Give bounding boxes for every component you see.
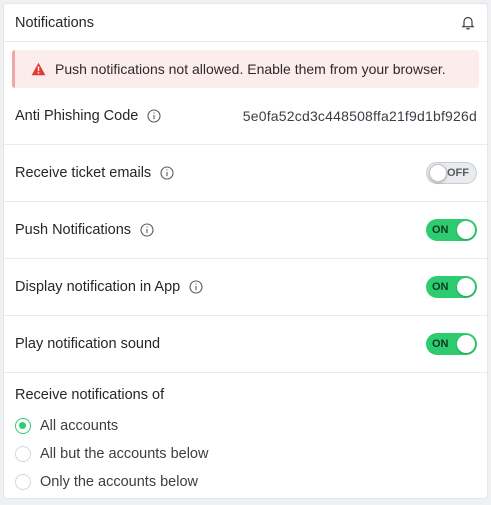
radio-option-only-below[interactable]: Only the accounts below — [15, 468, 208, 496]
panel-title: Notifications — [15, 14, 94, 31]
setting-row-display-in-app: Display notification in App ON — [4, 259, 487, 316]
toggle-knob — [457, 278, 475, 296]
setting-row-play-sound: Play notification sound ON — [4, 316, 487, 373]
info-icon[interactable] — [140, 223, 154, 237]
setting-label: Play notification sound — [15, 336, 161, 352]
push-notifications-toggle[interactable]: ON — [426, 219, 477, 241]
radio-button[interactable] — [15, 474, 31, 490]
toggle-knob — [457, 335, 475, 353]
notifications-panel: Notifications Push notifications not all… — [3, 3, 488, 499]
toggle-state: OFF — [447, 167, 469, 179]
receive-notifications-group: Receive notifications of All accounts Al… — [15, 387, 208, 496]
radio-label: All accounts — [40, 418, 119, 434]
setting-row-ticket-emails: Receive ticket emails OFF — [4, 145, 487, 202]
radio-option-all-accounts[interactable]: All accounts — [15, 412, 208, 440]
setting-label: Receive ticket emails — [15, 165, 152, 181]
play-sound-toggle[interactable]: ON — [426, 333, 477, 355]
toggle-knob — [429, 164, 447, 182]
radio-option-all-but-below[interactable]: All but the accounts below — [15, 440, 208, 468]
setting-label: Display notification in App — [15, 279, 181, 295]
setting-label: Push Notifications — [15, 222, 132, 238]
info-icon[interactable] — [147, 109, 161, 123]
anti-phishing-code: 5e0fa52cd3c448508ffa21f9d1bf926d — [242, 108, 477, 124]
toggle-state: ON — [432, 224, 449, 236]
alert-text: Push notifications not allowed. Enable t… — [55, 61, 446, 77]
anti-phishing-label: Anti Phishing Code — [15, 108, 139, 124]
info-icon[interactable] — [160, 166, 174, 180]
warning-icon — [31, 62, 46, 76]
radio-label: Only the accounts below — [40, 474, 198, 490]
anti-phishing-row: Anti Phishing Code 5e0fa52cd3c448508ffa2… — [4, 88, 487, 145]
toggle-knob — [457, 221, 475, 239]
toggle-state: ON — [432, 281, 449, 293]
receive-heading: Receive notifications of — [15, 387, 165, 403]
info-icon[interactable] — [189, 280, 203, 294]
panel-header: Notifications — [4, 4, 487, 42]
bell-icon[interactable] — [460, 15, 476, 31]
display-in-app-toggle[interactable]: ON — [426, 276, 477, 298]
setting-row-push-notifications: Push Notifications ON — [4, 202, 487, 259]
toggle-state: ON — [432, 338, 449, 350]
push-warning-alert: Push notifications not allowed. Enable t… — [12, 50, 479, 88]
radio-button[interactable] — [15, 418, 31, 434]
ticket-emails-toggle[interactable]: OFF — [426, 162, 477, 184]
radio-label: All but the accounts below — [40, 446, 209, 462]
radio-button[interactable] — [15, 446, 31, 462]
